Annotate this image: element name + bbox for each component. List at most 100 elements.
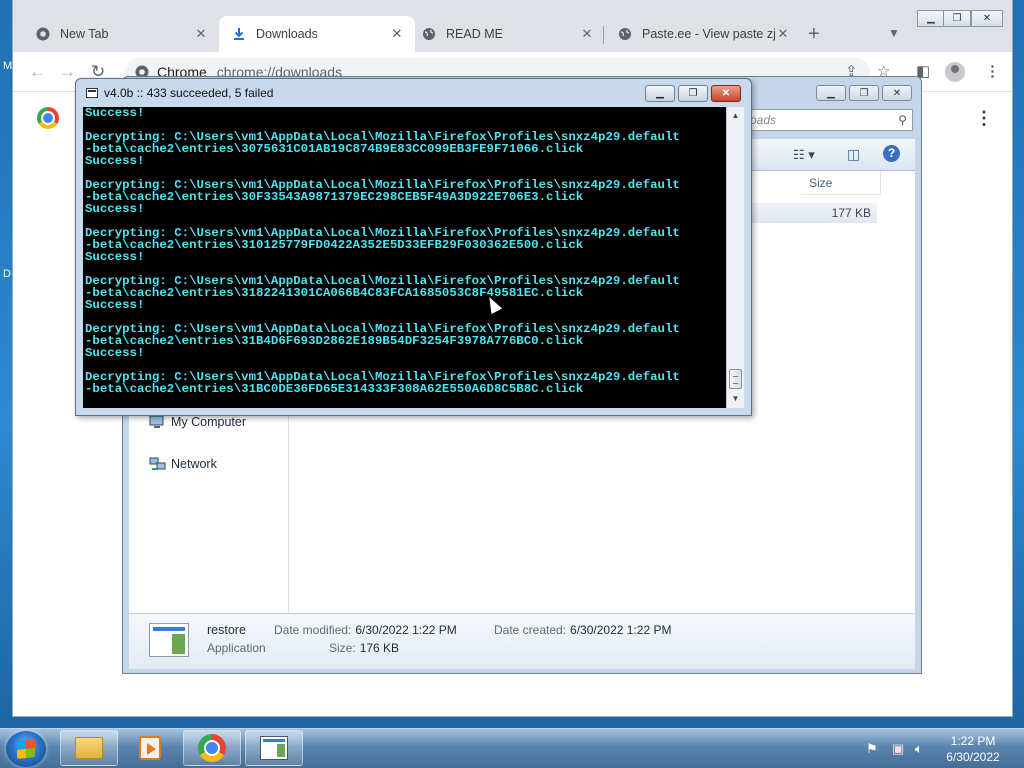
new-tab-button[interactable]: + bbox=[808, 24, 820, 44]
view-options-icon[interactable]: ☷ ▾ bbox=[793, 147, 815, 163]
console-line: Success! bbox=[85, 346, 145, 360]
details-pane: restore Application Date modified: 6/30/2… bbox=[129, 613, 915, 669]
chrome-icon bbox=[35, 26, 51, 42]
desktop-fragment-d: D bbox=[3, 268, 11, 280]
console-line: Success! bbox=[85, 107, 145, 120]
console-line: -beta\cache2\entries\3182241301CA066B4C8… bbox=[85, 286, 584, 300]
details-date-modified: Date modified: 6/30/2022 1:22 PM bbox=[274, 623, 457, 637]
console-window: v4.0b :: 433 succeeded, 5 failed ▁ ❐ ✕ S… bbox=[75, 78, 752, 416]
nav-item-network[interactable]: Network bbox=[149, 457, 217, 471]
date-modified-label: Date modified: bbox=[274, 623, 352, 637]
console-line: Success! bbox=[85, 250, 145, 264]
search-input[interactable]: oads ⚲ bbox=[743, 109, 913, 131]
file-row-size[interactable]: 177 KB bbox=[749, 203, 877, 223]
computer-icon bbox=[149, 415, 164, 428]
tab-title: Paste.ee - View paste zjl bbox=[642, 27, 775, 41]
back-arrow-icon[interactable]: ← bbox=[29, 62, 46, 82]
details-file-type: Application bbox=[207, 641, 266, 655]
console-output[interactable]: Success! Decrypting: C:\Users\vm1\AppData… bbox=[83, 107, 726, 408]
size-value: 176 KB bbox=[359, 641, 400, 655]
date-created-value: 6/30/2022 1:22 PM bbox=[570, 623, 672, 637]
tab-separator bbox=[603, 26, 604, 44]
close-tab-icon[interactable]: ✕ bbox=[193, 26, 209, 42]
console-scrollbar[interactable]: ▲ ▼ bbox=[726, 107, 744, 408]
nav-label: My Computer bbox=[171, 415, 247, 429]
downloads-menu-icon[interactable]: ⋮ bbox=[975, 108, 993, 129]
console-line: -beta\cache2\entries\3075631C01AB19C874B… bbox=[85, 142, 584, 156]
media-player-icon bbox=[139, 736, 161, 760]
date-created-label: Date created: bbox=[494, 623, 567, 637]
windows-logo-icon bbox=[17, 739, 35, 759]
nav-label: Network bbox=[171, 457, 217, 471]
taskbar-app-button[interactable] bbox=[245, 730, 303, 766]
globe-icon bbox=[421, 26, 437, 42]
globe-icon bbox=[617, 26, 633, 42]
volume-icon[interactable]: 🔈︎ bbox=[915, 741, 923, 757]
details-size: Size: 176 KB bbox=[329, 641, 399, 655]
search-icon: ⚲ bbox=[898, 113, 907, 127]
close-button[interactable]: ✕ bbox=[711, 85, 741, 102]
console-line: Success! bbox=[85, 154, 145, 168]
console-line: Success! bbox=[85, 202, 145, 216]
taskbar-explorer-button[interactable] bbox=[60, 730, 118, 766]
tab-read-me[interactable]: READ ME ✕ bbox=[409, 16, 605, 52]
folder-icon bbox=[75, 737, 103, 759]
network-icon bbox=[149, 457, 166, 470]
close-button[interactable]: ✕ bbox=[971, 10, 1003, 27]
minimize-button[interactable]: ▁ bbox=[645, 85, 675, 102]
clock-time: 1:22 PM bbox=[950, 734, 996, 748]
close-tab-icon[interactable]: ✕ bbox=[389, 26, 405, 42]
close-button[interactable]: ✕ bbox=[882, 85, 912, 101]
preview-pane-icon[interactable]: ◫ bbox=[847, 146, 860, 163]
tab-strip: New Tab ✕ Downloads ✕ READ ME ✕ Paste.ee… bbox=[13, 0, 1012, 52]
desktop-fragment-m: M bbox=[3, 60, 13, 72]
forward-arrow-icon[interactable]: → bbox=[59, 62, 76, 82]
taskbar-media-player-button[interactable] bbox=[121, 730, 179, 766]
console-title: v4.0b :: 433 succeeded, 5 failed bbox=[104, 86, 274, 100]
console-line: -beta\cache2\entries\30F33543A9871379EC2… bbox=[85, 190, 584, 204]
maximize-button[interactable]: ❐ bbox=[678, 85, 708, 102]
chrome-icon bbox=[198, 734, 226, 762]
search-placeholder: oads bbox=[750, 113, 777, 127]
minimize-button[interactable]: ▁ bbox=[816, 85, 846, 101]
tab-title: Downloads bbox=[256, 27, 318, 41]
scroll-up-arrow-icon[interactable]: ▲ bbox=[727, 107, 744, 124]
download-icon bbox=[231, 26, 247, 42]
application-icon bbox=[149, 623, 189, 657]
maximize-button[interactable]: ❐ bbox=[943, 10, 971, 27]
console-line: -beta\cache2\entries\31B4D6F693D2862E189… bbox=[85, 334, 584, 348]
close-tab-icon[interactable]: ✕ bbox=[579, 26, 595, 42]
minimize-button[interactable]: ▁ bbox=[917, 10, 945, 27]
network-status-icon[interactable]: ▣ bbox=[892, 741, 904, 757]
application-icon bbox=[260, 736, 288, 760]
column-header-size[interactable]: Size bbox=[801, 171, 881, 195]
console-line: -beta\cache2\entries\31BC0DE36FD65E31433… bbox=[85, 382, 584, 396]
taskbar-chrome-button[interactable] bbox=[183, 730, 241, 766]
size-label: Size: bbox=[329, 641, 356, 655]
menu-kebab-icon[interactable]: ⋮ bbox=[985, 62, 1000, 80]
console-window-icon[interactable] bbox=[86, 88, 98, 98]
tab-paste-ee[interactable]: Paste.ee - View paste zjl ✕ bbox=[605, 16, 801, 52]
date-modified-value: 6/30/2022 1:22 PM bbox=[355, 623, 457, 637]
maximize-button[interactable]: ❐ bbox=[849, 85, 879, 101]
clock-date: 6/30/2022 bbox=[946, 750, 1000, 764]
tab-title: READ ME bbox=[446, 27, 503, 41]
tab-search-icon[interactable]: ▼ bbox=[888, 26, 900, 40]
details-file-name: restore bbox=[207, 623, 246, 637]
scroll-thumb[interactable] bbox=[729, 369, 742, 389]
console-line: Success! bbox=[85, 298, 145, 312]
chrome-logo-icon bbox=[37, 107, 59, 129]
profile-avatar-icon[interactable] bbox=[945, 62, 965, 82]
tab-new-tab[interactable]: New Tab ✕ bbox=[23, 16, 219, 52]
scroll-down-arrow-icon[interactable]: ▼ bbox=[727, 390, 744, 407]
action-center-icon[interactable]: ⚑ bbox=[866, 741, 878, 757]
tab-title: New Tab bbox=[60, 27, 109, 41]
help-icon[interactable]: ? bbox=[883, 145, 900, 162]
nav-item-my-computer[interactable]: My Computer bbox=[149, 415, 246, 429]
system-clock[interactable]: 1:22 PM 6/30/2022 bbox=[938, 733, 1008, 765]
start-button[interactable] bbox=[6, 731, 46, 767]
close-tab-icon[interactable]: ✕ bbox=[775, 26, 791, 42]
details-date-created: Date created: 6/30/2022 1:22 PM bbox=[494, 623, 671, 637]
tab-downloads[interactable]: Downloads ✕ bbox=[219, 16, 415, 52]
console-line: -beta\cache2\entries\310125779FD0422A352… bbox=[85, 238, 584, 252]
